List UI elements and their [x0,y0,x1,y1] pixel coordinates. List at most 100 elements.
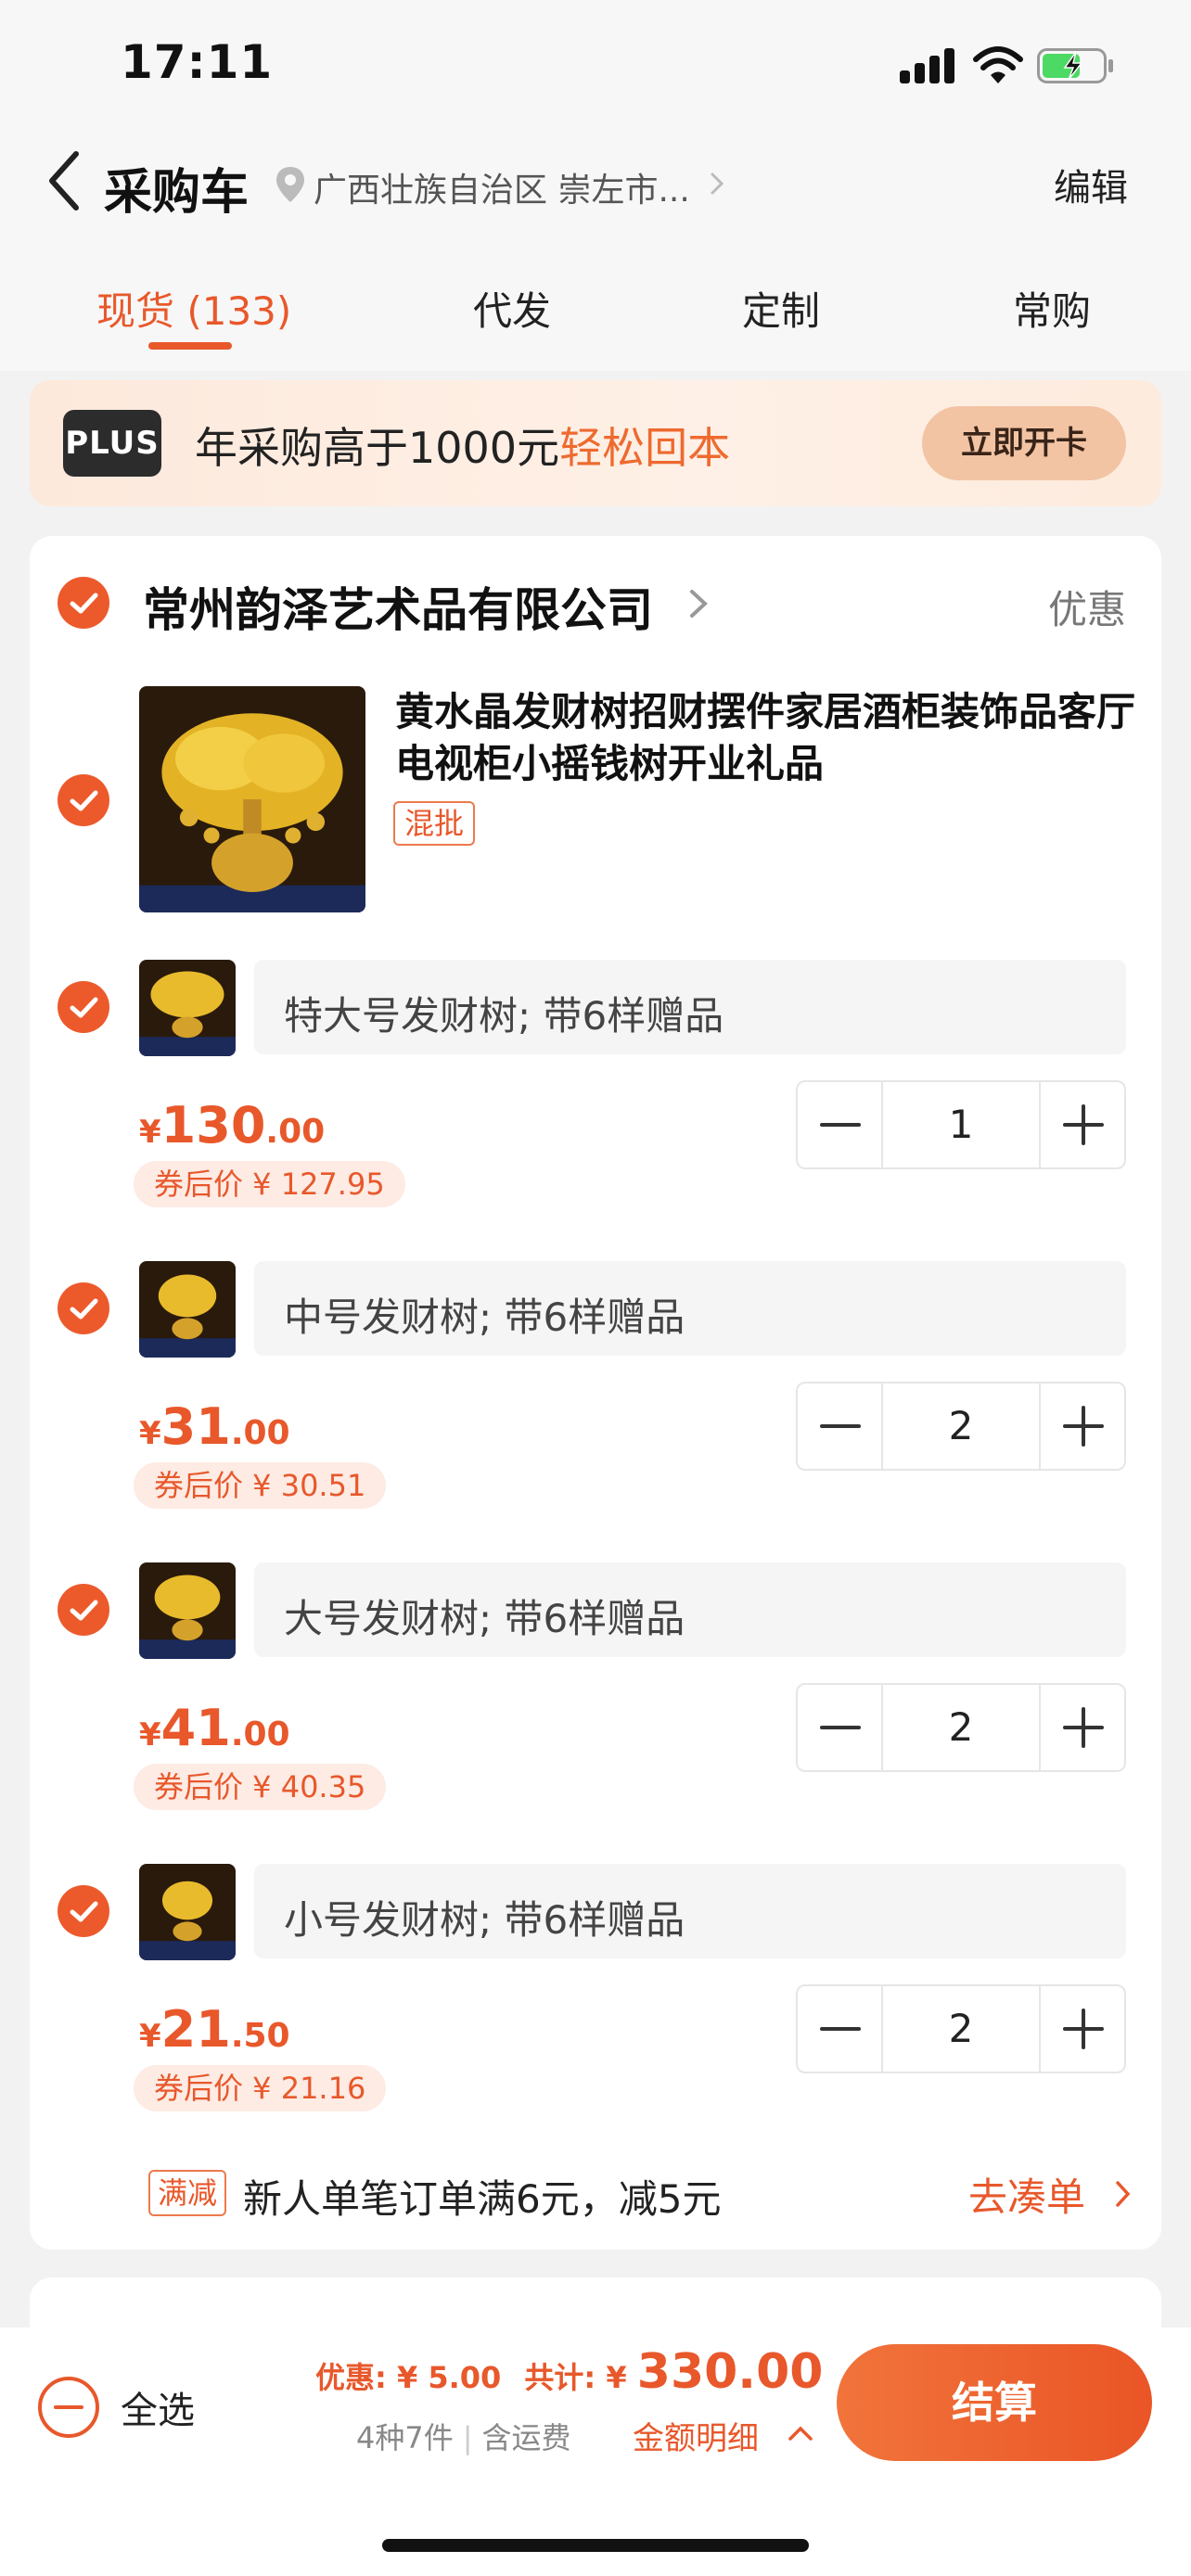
signal-icon [900,48,955,83]
quantity-input[interactable]: 1 [885,1082,1037,1167]
increase-button[interactable] [1039,1384,1124,1469]
plus-icon [1063,1707,1104,1748]
active-tab-indicator [148,342,232,350]
item-count: 4种7件 [356,2420,454,2455]
sku-checkbox[interactable] [58,1282,109,1334]
price-decimal: .00 [265,1113,326,1151]
product-image[interactable] [139,686,365,912]
total-label: 共计: ¥ [524,2360,637,2395]
back-arrow-icon[interactable] [43,148,89,213]
sku-checkbox[interactable] [58,1885,109,1937]
sku-price: ¥41.00 [139,1699,290,1757]
quantity-stepper: 2 [796,1683,1126,1772]
shop-name[interactable]: 常州韵泽艺术品有限公司 [143,573,653,640]
sku-price: ¥21.50 [139,2000,290,2059]
price-currency: ¥ [139,1415,161,1452]
check-icon [70,790,98,811]
tab-frequent[interactable]: 常购 [1013,280,1091,337]
select-all-checkbox[interactable] [37,2376,100,2439]
plus-banner-highlight: 轻松回本 [559,423,731,473]
check-icon [70,593,98,614]
price-currency: ¥ [139,2018,161,2055]
price-integer: 130 [160,1096,266,1154]
quantity-stepper: 1 [796,1080,1126,1169]
checkout-button[interactable]: 结算 [837,2344,1152,2461]
coupon-price: 券后价 ¥ 40.35 [134,1764,387,1810]
decrease-button[interactable] [798,1384,883,1469]
minus-circle-icon [38,2377,99,2438]
quantity-input[interactable]: 2 [885,1384,1037,1469]
minus-icon [820,1123,861,1127]
price-integer: 41 [160,1699,231,1757]
sku-name: 特大号发财树; 带6样赠品 [284,993,724,1039]
page-title: 采购车 [104,165,250,221]
quantity-stepper: 2 [796,1382,1126,1471]
coupon-price: 券后价 ¥ 127.95 [134,1161,405,1207]
minus-icon [820,1424,861,1428]
quantity-input[interactable]: 2 [885,1986,1037,2072]
plus-icon [1063,2009,1104,2049]
discount-amount: 优惠: ¥ 5.00 [315,2360,502,2395]
sku-thumbnail[interactable] [139,1261,236,1358]
sku-thumbnail[interactable] [139,960,236,1056]
location-pin-icon [275,165,306,204]
wifi-icon [972,45,1024,85]
price-integer: 21 [160,2000,231,2059]
item-count-summary: 4种7件 | 含运费 [356,2415,571,2457]
sku-thumbnail[interactable] [139,1562,236,1659]
sku-checkbox[interactable] [58,981,109,1033]
discount-text: 新人单笔订单满6元，减5元 [243,2176,722,2222]
open-card-button[interactable]: 立即开卡 [922,406,1126,480]
decrease-button[interactable] [798,1082,883,1167]
status-time: 17:11 [121,35,274,89]
sku-price: ¥130.00 [139,1096,325,1154]
quantity-input[interactable]: 2 [885,1685,1037,1770]
price-summary: 优惠: ¥ 5.00 共计: ¥ 330.00 [315,2344,823,2400]
check-icon [70,1600,98,1621]
sku-thumbnail[interactable] [139,1864,236,1960]
check-icon [70,997,98,1018]
home-indicator [382,2539,809,2552]
tab-dropship[interactable]: 代发 [473,280,551,337]
product-title[interactable]: 黄水晶发财树招财摆件家居酒柜装饰品客厅电视柜小摇钱树开业礼品 [395,686,1137,790]
tab-spot-goods[interactable]: 现货 (133) [96,280,291,337]
shop-chevron-right-icon [686,584,711,623]
shipping-note: 含运费 [481,2420,571,2455]
check-icon [70,1298,98,1320]
total-amount: 330.00 [636,2344,824,2400]
chevron-right-icon [1113,2177,1133,2211]
plus-icon [1063,1406,1104,1447]
increase-button[interactable] [1039,1685,1124,1770]
battery-icon [1037,48,1115,83]
coupon-price: 券后价 ¥ 30.51 [134,1462,387,1509]
shop-checkbox[interactable] [58,577,109,629]
increase-button[interactable] [1039,1082,1124,1167]
sku-name: 中号发财树; 带6样赠品 [284,1294,685,1340]
minus-icon [820,2027,861,2031]
select-all-label: 全选 [121,2390,195,2432]
coupon-price: 券后价 ¥ 21.16 [134,2065,387,2111]
address-chevron-right-icon [707,165,729,202]
sku-name: 大号发财树; 带6样赠品 [284,1596,685,1641]
shop-promo-link[interactable]: 优惠 [1048,579,1126,635]
amount-detail-link[interactable]: 金额明细 [633,2413,759,2458]
address-selector[interactable]: 广西壮族自治区 崇左市... [314,163,690,211]
price-decimal: .00 [230,1414,290,1452]
edit-button[interactable]: 编辑 [1054,158,1128,211]
price-integer: 31 [160,1397,231,1456]
minus-icon [820,1726,861,1729]
chevron-up-icon [787,2424,814,2442]
price-currency: ¥ [139,1114,161,1151]
product-checkbox[interactable] [58,774,109,826]
decrease-button[interactable] [798,1986,883,2072]
quantity-stepper: 2 [796,1984,1126,2073]
plus-banner-text: 年采购高于1000元轻松回本 [195,414,730,476]
sku-name: 小号发财树; 带6样赠品 [284,1897,685,1943]
plus-badge: PLUS [63,410,161,477]
sku-checkbox[interactable] [58,1584,109,1636]
decrease-button[interactable] [798,1685,883,1770]
tab-custom[interactable]: 定制 [742,280,820,337]
increase-button[interactable] [1039,1986,1124,2072]
price-currency: ¥ [139,1716,161,1753]
add-more-link[interactable]: 去凑单 [968,2166,1085,2223]
